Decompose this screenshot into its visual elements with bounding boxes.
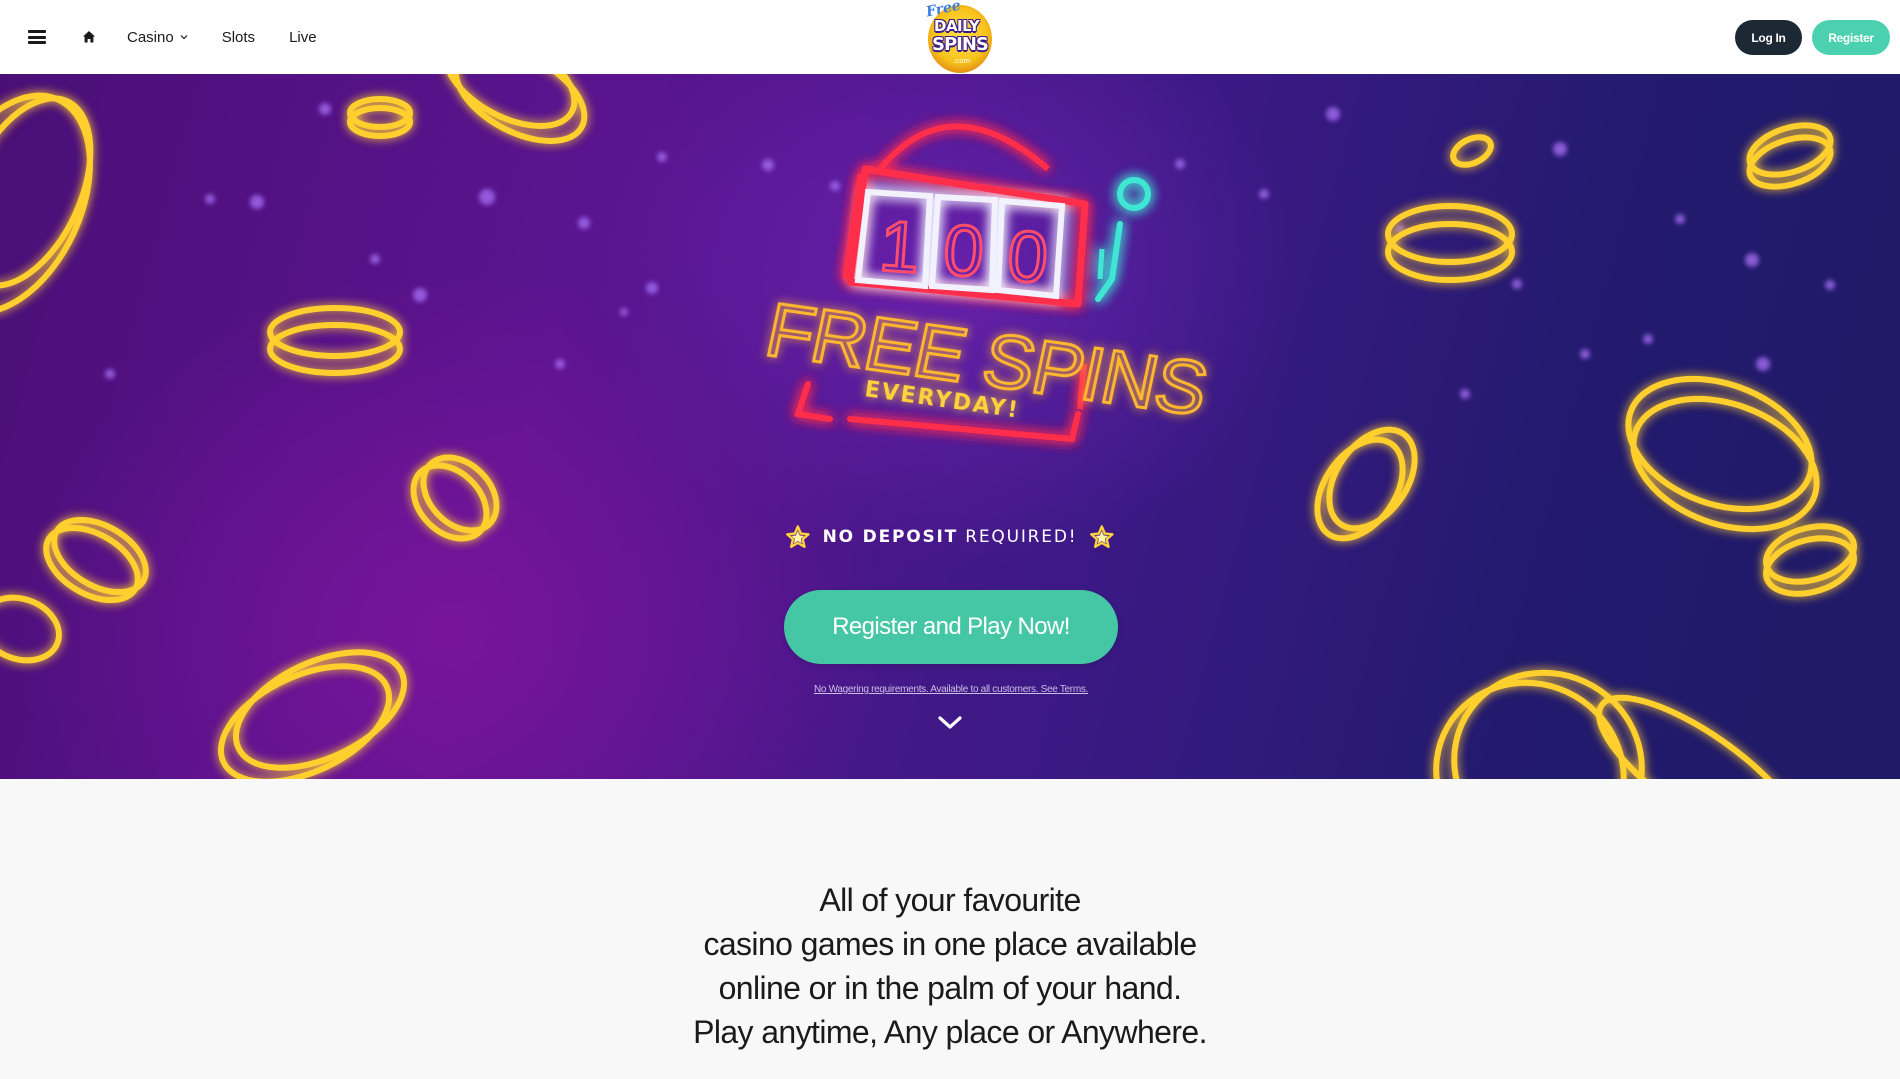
reel-digit-1: 1	[877, 206, 923, 289]
star-icon	[1090, 525, 1114, 549]
logo-text-com: .com	[953, 57, 971, 65]
main-nav: Casino Slots Live	[28, 0, 317, 74]
reel-digits: 1 0 0	[875, 205, 1052, 301]
terms-link[interactable]: No Wagering requirements. Available to a…	[700, 684, 1202, 695]
login-button[interactable]: Log In	[1735, 20, 1802, 55]
intro-line: All of your favourite	[819, 882, 1081, 918]
intro-line: online or in the palm of your hand.	[718, 970, 1182, 1006]
hero-background-art: 1 0 0 FREE SPINS EVERYDAY!	[0, 74, 1857, 779]
reel-digit-3: 0	[1005, 216, 1051, 299]
nav-slots-link[interactable]: Slots	[222, 29, 255, 46]
chevron-down-icon	[180, 35, 188, 40]
intro-section: All of your favourite casino games in on…	[550, 878, 1350, 1054]
no-deposit-bold-text: NO DEPOSIT	[822, 527, 959, 547]
nav-live-link[interactable]: Live	[289, 29, 317, 46]
reel-digit-2: 0	[941, 210, 987, 293]
intro-line: casino games in one place available	[703, 926, 1197, 962]
nav-casino-dropdown[interactable]: Casino	[127, 29, 188, 46]
intro-line: Play anytime, Any place or Anywhere.	[693, 1014, 1207, 1050]
site-logo[interactable]: Free DAILY SPINS .com	[924, 0, 996, 73]
nav-casino-label: Casino	[127, 28, 174, 46]
register-and-play-button[interactable]: Register and Play Now!	[784, 590, 1118, 664]
star-icon	[786, 525, 810, 549]
no-deposit-text: NO DEPOSIT REQUIRED!	[823, 527, 1078, 547]
hamburger-menu-icon[interactable]	[28, 30, 46, 44]
no-deposit-required-text: REQUIRED!	[965, 527, 1078, 547]
hero-banner: 1 0 0 FREE SPINS EVERYDAY! NO DEPOSIT RE…	[0, 74, 1900, 779]
no-deposit-banner: NO DEPOSIT REQUIRED!	[785, 517, 1115, 557]
logo-text-daily: DAILY	[934, 17, 980, 35]
chevron-down-icon[interactable]	[937, 715, 963, 731]
home-icon[interactable]	[82, 30, 96, 44]
register-button[interactable]: Register	[1812, 20, 1890, 55]
site-header: Casino Slots Live Free DAILY SPINS .com …	[0, 0, 1900, 74]
logo-text-spins: SPINS	[932, 34, 989, 55]
